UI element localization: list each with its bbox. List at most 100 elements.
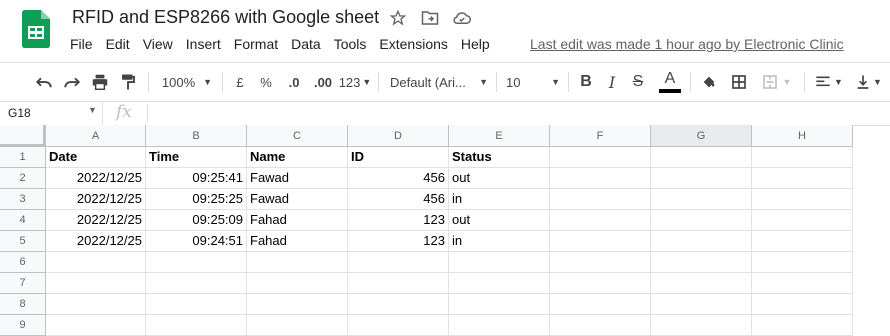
zoom-select[interactable]: 100% ▼ bbox=[158, 63, 216, 101]
sheets-logo-icon[interactable] bbox=[22, 10, 50, 48]
cell-h4[interactable] bbox=[752, 210, 853, 231]
column-header-e[interactable]: E bbox=[449, 125, 550, 147]
cell-e6[interactable] bbox=[449, 252, 550, 273]
cell-e1[interactable]: Status bbox=[449, 147, 550, 168]
cell-f1[interactable] bbox=[550, 147, 651, 168]
cell-f6[interactable] bbox=[550, 252, 651, 273]
decrease-decimal-button[interactable]: .0 bbox=[282, 63, 306, 101]
cell-d3[interactable]: 456 bbox=[348, 189, 449, 210]
cloud-saved-icon[interactable] bbox=[452, 8, 472, 28]
cell-c2[interactable]: Fawad bbox=[247, 168, 348, 189]
cell-g2[interactable] bbox=[651, 168, 752, 189]
cell-c7[interactable] bbox=[247, 273, 348, 294]
cell-c5[interactable]: Fahad bbox=[247, 231, 348, 252]
select-all-corner[interactable] bbox=[0, 125, 46, 147]
cell-e9[interactable] bbox=[449, 315, 550, 336]
menu-tools[interactable]: Tools bbox=[334, 36, 367, 52]
row-header-6[interactable]: 6 bbox=[0, 252, 46, 273]
cell-d6[interactable] bbox=[348, 252, 449, 273]
cell-a5[interactable]: 2022/12/25 bbox=[46, 231, 146, 252]
cell-e4[interactable]: out bbox=[449, 210, 550, 231]
cell-a2[interactable]: 2022/12/25 bbox=[46, 168, 146, 189]
cell-h2[interactable] bbox=[752, 168, 853, 189]
cell-e8[interactable] bbox=[449, 294, 550, 315]
column-header-g[interactable]: G bbox=[651, 125, 752, 147]
cell-h6[interactable] bbox=[752, 252, 853, 273]
cell-f5[interactable] bbox=[550, 231, 651, 252]
cell-a3[interactable]: 2022/12/25 bbox=[46, 189, 146, 210]
paint-format-icon[interactable] bbox=[116, 63, 140, 101]
cell-b6[interactable] bbox=[146, 252, 247, 273]
row-header-5[interactable]: 5 bbox=[0, 231, 46, 252]
italic-button[interactable]: I bbox=[602, 63, 622, 101]
cell-g8[interactable] bbox=[651, 294, 752, 315]
menu-insert[interactable]: Insert bbox=[186, 36, 221, 52]
cell-g7[interactable] bbox=[651, 273, 752, 294]
cell-e7[interactable] bbox=[449, 273, 550, 294]
merge-cells-icon[interactable]: ▼ bbox=[756, 63, 796, 101]
column-header-b[interactable]: B bbox=[146, 125, 247, 147]
font-size-select[interactable]: 10 ▼ bbox=[506, 63, 560, 101]
vertical-align-icon[interactable]: ▼ bbox=[852, 63, 886, 101]
cell-h3[interactable] bbox=[752, 189, 853, 210]
font-select[interactable]: Default (Ari... ▼ bbox=[390, 63, 488, 101]
menu-extensions[interactable]: Extensions bbox=[379, 36, 447, 52]
horizontal-align-icon[interactable]: ▼ bbox=[812, 63, 846, 101]
column-header-h[interactable]: H bbox=[752, 125, 853, 147]
cell-c8[interactable] bbox=[247, 294, 348, 315]
row-header-7[interactable]: 7 bbox=[0, 273, 46, 294]
cell-c3[interactable]: Fawad bbox=[247, 189, 348, 210]
column-header-a[interactable]: A bbox=[46, 125, 146, 147]
cell-f8[interactable] bbox=[550, 294, 651, 315]
cell-b5[interactable]: 09:24:51 bbox=[146, 231, 247, 252]
cell-h1[interactable] bbox=[752, 147, 853, 168]
cell-d7[interactable] bbox=[348, 273, 449, 294]
cell-d2[interactable]: 456 bbox=[348, 168, 449, 189]
row-header-9[interactable]: 9 bbox=[0, 315, 46, 336]
cell-b2[interactable]: 09:25:41 bbox=[146, 168, 247, 189]
menu-help[interactable]: Help bbox=[461, 36, 490, 52]
cell-a9[interactable] bbox=[46, 315, 146, 336]
menu-file[interactable]: File bbox=[70, 36, 93, 52]
cell-b4[interactable]: 09:25:09 bbox=[146, 210, 247, 231]
cell-c1[interactable]: Name bbox=[247, 147, 348, 168]
formula-input[interactable] bbox=[152, 101, 890, 125]
menu-view[interactable]: View bbox=[143, 36, 173, 52]
move-to-folder-icon[interactable] bbox=[420, 8, 440, 28]
menu-edit[interactable]: Edit bbox=[106, 36, 130, 52]
cell-g3[interactable] bbox=[651, 189, 752, 210]
cell-h5[interactable] bbox=[752, 231, 853, 252]
row-header-2[interactable]: 2 bbox=[0, 168, 46, 189]
cell-b3[interactable]: 09:25:25 bbox=[146, 189, 247, 210]
cell-g6[interactable] bbox=[651, 252, 752, 273]
cell-g5[interactable] bbox=[651, 231, 752, 252]
cell-a4[interactable]: 2022/12/25 bbox=[46, 210, 146, 231]
percent-button[interactable]: % bbox=[256, 63, 276, 101]
cell-f4[interactable] bbox=[550, 210, 651, 231]
cell-h8[interactable] bbox=[752, 294, 853, 315]
cell-c4[interactable]: Fahad bbox=[247, 210, 348, 231]
name-box[interactable]: G18 ▼ bbox=[0, 101, 103, 125]
cell-b1[interactable]: Time bbox=[146, 147, 247, 168]
cell-a7[interactable] bbox=[46, 273, 146, 294]
cell-f7[interactable] bbox=[550, 273, 651, 294]
undo-icon[interactable] bbox=[32, 63, 56, 101]
column-header-f[interactable]: F bbox=[550, 125, 651, 147]
cell-a6[interactable] bbox=[46, 252, 146, 273]
last-edit-link[interactable]: Last edit was made 1 hour ago by Electro… bbox=[530, 36, 844, 52]
cell-h9[interactable] bbox=[752, 315, 853, 336]
cell-e3[interactable]: in bbox=[449, 189, 550, 210]
fill-color-icon[interactable] bbox=[698, 63, 720, 101]
row-header-8[interactable]: 8 bbox=[0, 294, 46, 315]
cell-c9[interactable] bbox=[247, 315, 348, 336]
cell-f3[interactable] bbox=[550, 189, 651, 210]
cell-e5[interactable]: in bbox=[449, 231, 550, 252]
cell-b7[interactable] bbox=[146, 273, 247, 294]
row-header-4[interactable]: 4 bbox=[0, 210, 46, 231]
text-color-button[interactable]: A bbox=[656, 63, 684, 101]
cell-g1[interactable] bbox=[651, 147, 752, 168]
cell-f9[interactable] bbox=[550, 315, 651, 336]
bold-button[interactable]: B bbox=[576, 63, 596, 101]
currency-button[interactable]: £ bbox=[230, 63, 250, 101]
cell-e2[interactable]: out bbox=[449, 168, 550, 189]
